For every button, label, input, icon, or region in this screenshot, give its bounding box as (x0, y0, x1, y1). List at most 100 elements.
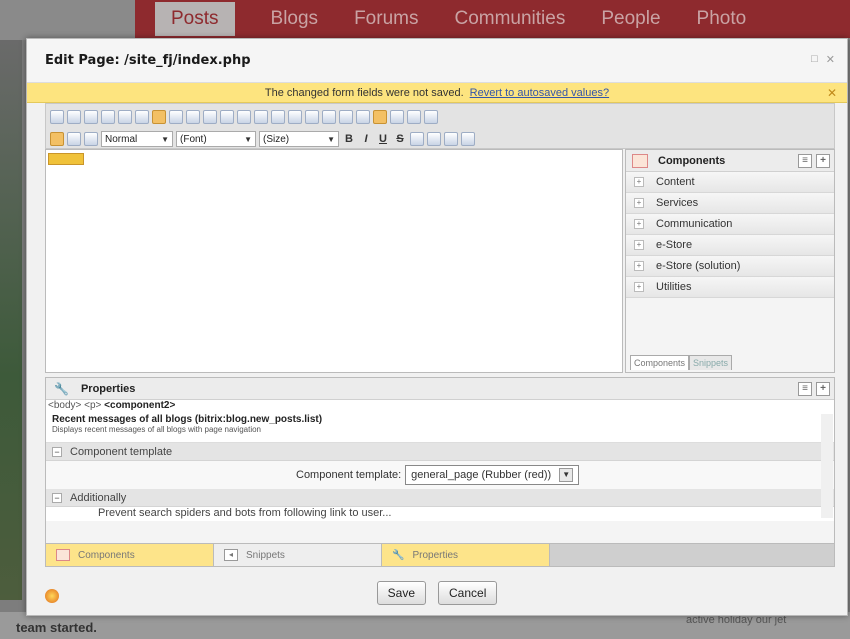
justify-icon[interactable] (424, 110, 438, 124)
eraser-icon[interactable] (410, 132, 424, 146)
list-view-icon[interactable]: ≡ (798, 381, 812, 396)
size-select[interactable]: (Size) ▼ (259, 131, 339, 147)
bottom-tab-snippets[interactable]: ◂ Snippets (214, 544, 382, 566)
component-desc-text: Displays recent messages of all blogs wi… (52, 425, 262, 434)
toolbar-row-2: Normal ▼ (Font) ▼ (Size) ▼ B I U S (50, 129, 830, 149)
section-component-template[interactable]: − Component template (46, 443, 834, 461)
pin-icon[interactable]: + (816, 153, 830, 168)
outdent-icon[interactable] (339, 110, 353, 124)
nav-people[interactable]: People (601, 8, 660, 30)
tag-breadcrumb: <body> <p> <component2> (46, 400, 834, 413)
italic-button[interactable]: I (359, 133, 373, 145)
wysiwyg-mode-icon[interactable] (50, 132, 64, 146)
link-icon[interactable] (254, 110, 268, 124)
component-title: Recent messages of all blogs (bitrix:blo… (52, 414, 323, 425)
expand-icon: + (634, 219, 644, 229)
indent-icon[interactable] (356, 110, 370, 124)
nav-blogs[interactable]: Blogs (271, 8, 319, 30)
warning-text: The changed form fields were not saved. (264, 86, 464, 99)
find-replace-icon[interactable] (461, 132, 475, 146)
tab-components[interactable]: Components (630, 355, 690, 370)
warning-close-icon[interactable]: ✕ (827, 86, 837, 100)
tab-snippets[interactable]: Snippets (689, 355, 733, 370)
component-group-estore-solution[interactable]: + e-Store (solution) (626, 256, 834, 277)
component-template-label: Component template: (296, 469, 402, 481)
image-icon[interactable] (203, 110, 217, 124)
nav-communities[interactable]: Communities (454, 8, 565, 30)
component-group-services[interactable]: + Services (626, 193, 834, 214)
nav-photo[interactable]: Photo (697, 8, 747, 30)
component-group-estore[interactable]: + e-Store (626, 235, 834, 256)
split-mode-icon[interactable] (84, 132, 98, 146)
component-group-content[interactable]: + Content (626, 172, 834, 193)
component-marker[interactable] (48, 153, 84, 165)
paint-icon[interactable] (444, 132, 458, 146)
pin-icon[interactable]: + (816, 381, 830, 396)
align-center-icon[interactable] (390, 110, 404, 124)
section-additionally[interactable]: − Additionally (46, 489, 834, 507)
edit-page-dialog: Edit Page: /site_fj/index.php □ ✕ The ch… (26, 38, 848, 616)
properties-scrollbar[interactable] (821, 414, 833, 518)
component-group-label: Content (656, 176, 695, 188)
component-template-select[interactable]: general_page (Rubber (red)) ▼ (405, 465, 580, 485)
components-panel: Components ≡ + + Content + Services + Commu… (625, 149, 835, 373)
properties-title: Properties (80, 382, 136, 395)
component-group-label: Utilities (656, 281, 692, 293)
component-group-utilities[interactable]: + Utilities (626, 277, 834, 298)
bottom-tab-properties[interactable]: 🔧 Properties (382, 544, 550, 566)
background-nav: Posts Blogs Forums Communities People Ph… (135, 0, 850, 38)
bottom-tab-components[interactable]: Components (46, 544, 214, 566)
underline-button[interactable]: U (376, 133, 390, 145)
align-right-icon[interactable] (407, 110, 421, 124)
ordered-list-icon[interactable] (305, 110, 319, 124)
list-view-icon[interactable]: ≡ (798, 153, 812, 168)
unlink-icon[interactable] (271, 110, 285, 124)
components-icon (632, 153, 648, 168)
editor-area: Normal ▼ (Font) ▼ (Size) ▼ B I U S Compo… (45, 103, 835, 545)
align-left-icon[interactable] (373, 110, 387, 124)
component-template-row: Component template: general_page (Rubber… (46, 461, 834, 489)
properties-header: 🔧 Properties ≡ + (46, 378, 834, 400)
paste-icon[interactable] (101, 110, 115, 124)
component-group-communication[interactable]: + Communication (626, 214, 834, 235)
component-group-label: e-Store (656, 239, 693, 251)
breadcrumb-path[interactable]: <body> <p> (48, 400, 104, 411)
line-icon[interactable] (288, 110, 302, 124)
style-select[interactable]: Normal ▼ (101, 131, 173, 147)
source-icon[interactable] (50, 110, 64, 124)
code-mode-icon[interactable] (67, 132, 81, 146)
strike-button[interactable]: S (393, 133, 407, 145)
spellcheck-icon[interactable] (427, 132, 441, 146)
wysiwyg-content[interactable] (45, 149, 623, 373)
undo-icon[interactable] (118, 110, 132, 124)
table-icon[interactable] (169, 110, 183, 124)
wrench-icon: 🔧 (54, 381, 69, 396)
component-template-value: general_page (Rubber (red)) (411, 469, 552, 481)
expand-icon: + (634, 240, 644, 250)
cut-icon[interactable] (67, 110, 81, 124)
font-select[interactable]: (Font) ▼ (176, 131, 256, 147)
revert-autosave-link[interactable]: Revert to autosaved values? (470, 87, 609, 99)
save-button[interactable]: Save (376, 581, 426, 605)
redo-icon[interactable] (135, 110, 149, 124)
cancel-button[interactable]: Cancel (438, 581, 498, 605)
dialog-header[interactable]: Edit Page: /site_fj/index.php □ ✕ (27, 39, 847, 83)
expand-icon: + (634, 198, 644, 208)
media-icon[interactable] (237, 110, 251, 124)
bold-button[interactable]: B (342, 133, 356, 145)
component-description: Recent messages of all blogs (bitrix:blo… (46, 413, 834, 443)
nav-forums[interactable]: Forums (354, 8, 418, 30)
font-select-value: (Font) (180, 133, 207, 145)
template-icon[interactable] (152, 110, 166, 124)
flash-icon[interactable] (220, 110, 234, 124)
component-group-label: Communication (656, 218, 733, 230)
close-icon[interactable]: ✕ (826, 53, 835, 66)
nav-posts[interactable]: Posts (155, 2, 235, 36)
anchor-icon[interactable] (186, 110, 200, 124)
maximize-icon[interactable]: □ (811, 53, 818, 66)
copy-icon[interactable] (84, 110, 98, 124)
bottom-tab-label: Properties (412, 549, 459, 561)
components-icon (56, 549, 70, 561)
unordered-list-icon[interactable] (322, 110, 336, 124)
breadcrumb-current[interactable]: <component2> (104, 400, 175, 411)
